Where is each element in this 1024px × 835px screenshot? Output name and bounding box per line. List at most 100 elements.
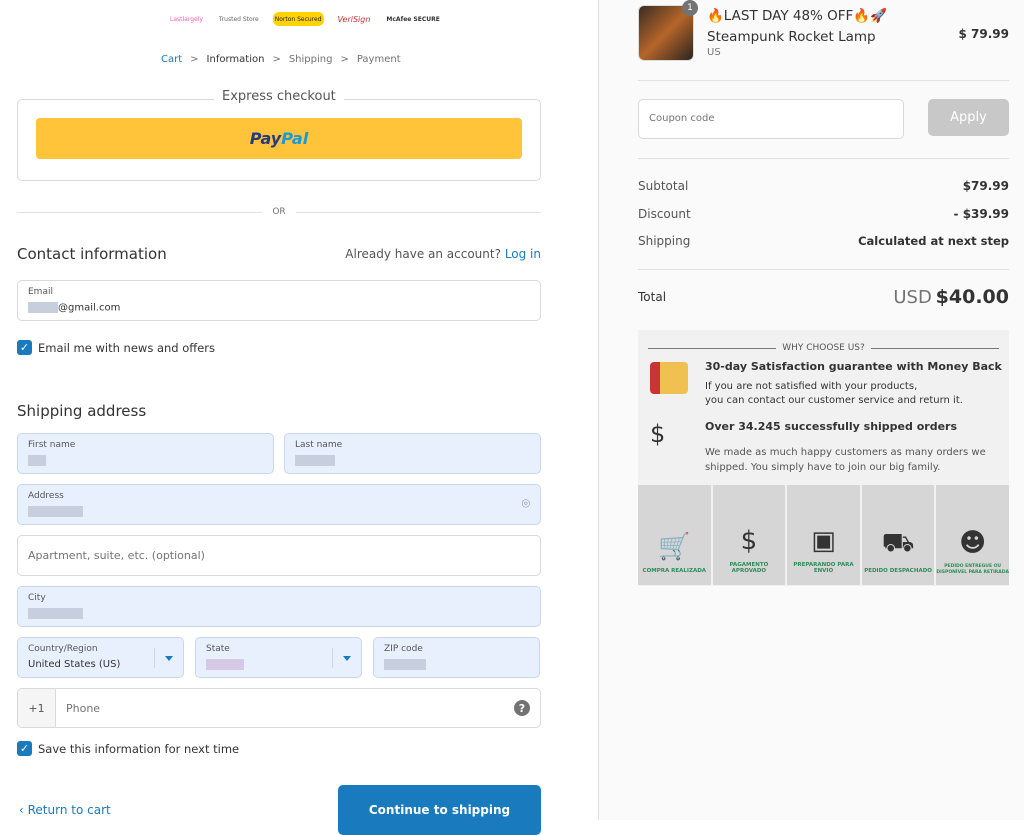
- help-icon[interactable]: ?: [514, 700, 530, 716]
- breadcrumb-payment: Payment: [356, 54, 401, 65]
- step-payment: $ PAGAMENTO APROVADO: [712, 485, 786, 585]
- why-choose-us-banner: WHY CHOOSE US? 30-day Satisfaction guara…: [638, 330, 1009, 586]
- step-purchase: 🛒 COMPRA REALIZADA: [638, 485, 711, 585]
- total-value: $40.00: [935, 286, 1009, 308]
- account-prompt: Already have an account? Log in: [345, 247, 541, 261]
- coupon-placeholder: Coupon code: [649, 113, 715, 124]
- last-name-field[interactable]: Last name: [284, 433, 541, 474]
- hand-coin-icon: $: [740, 525, 758, 556]
- address-label: Address: [28, 491, 64, 501]
- subtotal-row: Subtotal $79.99: [638, 179, 1009, 193]
- checkmark-icon: ✓: [17, 741, 32, 756]
- phone-placeholder: Phone: [66, 702, 101, 715]
- orders-heading: Over 34.245 successfully shipped orders: [705, 420, 957, 433]
- checkout-form-panel: Lastlargely Trusted Store Norton Secured…: [0, 0, 598, 835]
- newsletter-checkbox[interactable]: ✓ Email me with news and offers: [17, 340, 215, 355]
- product-variant: US: [707, 47, 721, 58]
- email-value: @gmail.com: [28, 302, 120, 314]
- step-label: COMPRA REALIZADA: [642, 568, 707, 575]
- guarantee-text-1: If you are not satisfied with your produ…: [705, 381, 918, 392]
- step-label: PREPARANDO PARA ENVIO: [793, 561, 854, 575]
- orders-text: We made as much happy customers as many …: [705, 445, 986, 475]
- paypal-button[interactable]: Pay Pal: [36, 118, 522, 159]
- orders-text-2: shipped. You simply have to join our big…: [705, 462, 941, 473]
- first-name-label: First name: [28, 440, 76, 450]
- email-field[interactable]: Email @gmail.com: [17, 280, 541, 321]
- state-label: State: [206, 644, 230, 654]
- lastlargely-logo: Lastlargely: [170, 15, 203, 23]
- fast-truck-icon: ⛟: [881, 528, 915, 559]
- address-field[interactable]: Address ⌾: [17, 484, 541, 525]
- last-name-value: [295, 455, 335, 467]
- return-to-cart-link[interactable]: ‹ Return to cart: [19, 803, 111, 817]
- city-label: City: [28, 593, 46, 603]
- paypal-logo-pay: Pay: [249, 129, 282, 148]
- delivery-truck-icon: [650, 362, 688, 394]
- breadcrumb-cart[interactable]: Cart: [161, 54, 182, 65]
- subtotal-value: $79.99: [962, 179, 1009, 193]
- chevron-left-icon: ‹: [19, 803, 28, 817]
- currency: USD: [893, 287, 932, 308]
- why-title-text: WHY CHOOSE US?: [782, 343, 865, 353]
- checkmark-icon: ✓: [17, 340, 32, 355]
- step-preparing: ▣ PREPARANDO PARA ENVIO: [787, 485, 860, 585]
- laptop-cart-icon: 🛒: [658, 532, 691, 563]
- phone-field[interactable]: +1 Phone ?: [17, 688, 541, 728]
- newsletter-label: Email me with news and offers: [38, 340, 216, 355]
- product-price: $ 79.99: [958, 27, 1009, 41]
- breadcrumb-shipping: Shipping: [288, 54, 333, 65]
- apartment-placeholder: Apartment, suite, etc. (optional): [28, 549, 205, 562]
- shipping-title: Shipping address: [17, 402, 147, 420]
- shipping-value: Calculated at next step: [858, 234, 1009, 248]
- chevron-right-icon: >: [190, 54, 199, 65]
- trust-badges: Lastlargely Trusted Store Norton Secured…: [168, 12, 442, 26]
- total-label: Total: [638, 290, 667, 304]
- discount-label: Discount: [638, 207, 691, 221]
- chevron-down-icon: [343, 656, 351, 661]
- guarantee-text: If you are not satisfied with your produ…: [705, 380, 963, 408]
- trusted-store-logo: Trusted Store: [218, 15, 259, 23]
- account-prompt-text: Already have an account?: [345, 247, 501, 261]
- total-row: Total USD $40.00: [638, 286, 1009, 308]
- order-summary-panel: 1 🔥LAST DAY 48% OFF🔥🚀Steampunk Rocket La…: [598, 0, 1024, 820]
- guarantee-text-2: you can contact our customer service and…: [705, 395, 963, 406]
- or-label: OR: [272, 207, 286, 217]
- money-hand-icon: $: [650, 420, 666, 448]
- country-select[interactable]: Country/Region United States (US): [17, 637, 184, 678]
- country-value: United States (US): [28, 659, 121, 670]
- subtotal-label: Subtotal: [638, 179, 689, 193]
- person-package-icon: ☻: [959, 528, 987, 559]
- coupon-input[interactable]: Coupon code: [638, 99, 904, 139]
- city-field[interactable]: City: [17, 586, 541, 627]
- norton-logo: Norton Secured: [272, 12, 324, 26]
- zip-field[interactable]: ZIP code: [373, 637, 540, 678]
- or-divider: OR: [17, 207, 541, 217]
- product-title: 🔥LAST DAY 48% OFF🔥🚀Steampunk Rocket Lamp: [707, 8, 887, 45]
- first-name-value: [28, 455, 46, 467]
- login-link[interactable]: Log in: [505, 247, 541, 261]
- step-label: PEDIDO DESPACHADO: [864, 568, 932, 575]
- guarantee-heading: 30-day Satisfaction guarantee with Money…: [705, 360, 1002, 373]
- apply-button[interactable]: Apply: [928, 99, 1009, 136]
- chevron-right-icon: >: [340, 54, 349, 65]
- email-label: Email: [28, 287, 53, 297]
- return-label: Return to cart: [27, 803, 111, 817]
- box-icon: ▣: [811, 525, 836, 556]
- express-checkout-title: Express checkout: [214, 89, 344, 104]
- step-delivered: ☻ PEDIDO ENTREGUE OU DISPONÍVEL PARA RETI…: [936, 485, 1009, 585]
- location-pin-icon[interactable]: ⌾: [522, 496, 530, 512]
- first-name-field[interactable]: First name: [17, 433, 274, 474]
- step-label: PEDIDO ENTREGUE OU DISPONÍVEL PARA RETIR…: [936, 564, 1009, 575]
- verisign-logo: VeriSign: [337, 14, 371, 24]
- save-info-checkbox[interactable]: ✓ Save this information for next time: [17, 741, 239, 756]
- shipping-row: Shipping Calculated at next step: [638, 234, 1009, 248]
- discount-value: - $39.99: [953, 207, 1009, 221]
- why-title: WHY CHOOSE US?: [648, 343, 999, 353]
- state-select[interactable]: State: [195, 637, 362, 678]
- state-value: [206, 659, 244, 671]
- apartment-field[interactable]: Apartment, suite, etc. (optional): [17, 535, 541, 576]
- quantity-badge: 1: [682, 0, 698, 16]
- discount-row: Discount - $39.99: [638, 207, 1009, 221]
- phone-prefix[interactable]: +1: [18, 689, 56, 727]
- continue-to-shipping-button[interactable]: Continue to shipping: [338, 785, 541, 835]
